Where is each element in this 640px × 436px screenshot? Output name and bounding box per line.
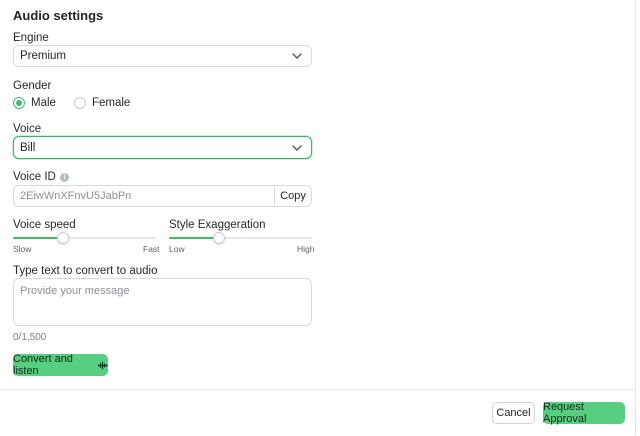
- chevron-down-icon: [292, 144, 302, 151]
- voice-speed-min-label: Slow: [13, 244, 32, 254]
- voice-id-field: 2EiwWnXFnvU5JabPn Copy: [13, 185, 312, 207]
- audio-wave-icon: [98, 361, 108, 369]
- style-exaggeration-min-label: Low: [169, 244, 185, 254]
- gender-female-radio[interactable]: [73, 97, 86, 109]
- chevron-down-icon: [292, 53, 302, 59]
- gender-male-radio[interactable]: [13, 97, 25, 109]
- info-icon[interactable]: i: [59, 173, 69, 182]
- engine-select[interactable]: Premium: [13, 45, 312, 67]
- convert-button-label: Convert and listen: [13, 353, 73, 377]
- voice-speed-slider[interactable]: [13, 231, 156, 245]
- slider-fill: [13, 237, 64, 239]
- footer-divider: [0, 389, 636, 390]
- gender-label: Gender: [13, 80, 52, 92]
- voice-label: Voice: [13, 123, 42, 135]
- section-title: Audio settings: [13, 8, 104, 23]
- audio-settings-panel: Audio settings Engine Premium Gender Mal…: [0, 0, 636, 436]
- text-input-label: Type text to convert to audio: [13, 265, 158, 277]
- voice-speed-label: Voice speed: [13, 219, 76, 231]
- message-placeholder: Provide your message: [20, 285, 130, 297]
- request-approval-button[interactable]: Request Approval: [543, 401, 625, 425]
- slider-thumb[interactable]: [57, 232, 70, 244]
- voice-id-label-row: Voice ID i: [13, 171, 69, 183]
- voice-speed-max-label: Fast: [143, 244, 160, 254]
- voice-value: Bill: [20, 141, 36, 154]
- message-textarea[interactable]: Provide your message: [13, 278, 312, 326]
- engine-label: Engine: [13, 32, 49, 44]
- slider-thumb[interactable]: [213, 232, 226, 244]
- style-exaggeration-max-label: High: [297, 244, 315, 254]
- style-exaggeration-label: Style Exaggeration: [169, 219, 266, 231]
- gender-radio-group: Male Female: [13, 97, 148, 109]
- copy-button[interactable]: Copy: [274, 186, 311, 206]
- convert-and-listen-button[interactable]: Convert and listen: [13, 353, 108, 377]
- engine-value: Premium: [20, 50, 67, 62]
- cancel-button[interactable]: Cancel: [492, 402, 535, 424]
- gender-male-label[interactable]: Male: [31, 97, 56, 109]
- style-exaggeration-slider[interactable]: [169, 231, 312, 245]
- slider-fill: [169, 237, 220, 239]
- gender-female-label[interactable]: Female: [92, 97, 130, 109]
- voice-select[interactable]: Bill: [13, 136, 312, 159]
- character-counter: 0/1,500: [13, 332, 47, 343]
- voice-id-label: Voice ID: [13, 171, 56, 183]
- voice-id-value[interactable]: 2EiwWnXFnvU5JabPn: [14, 186, 274, 206]
